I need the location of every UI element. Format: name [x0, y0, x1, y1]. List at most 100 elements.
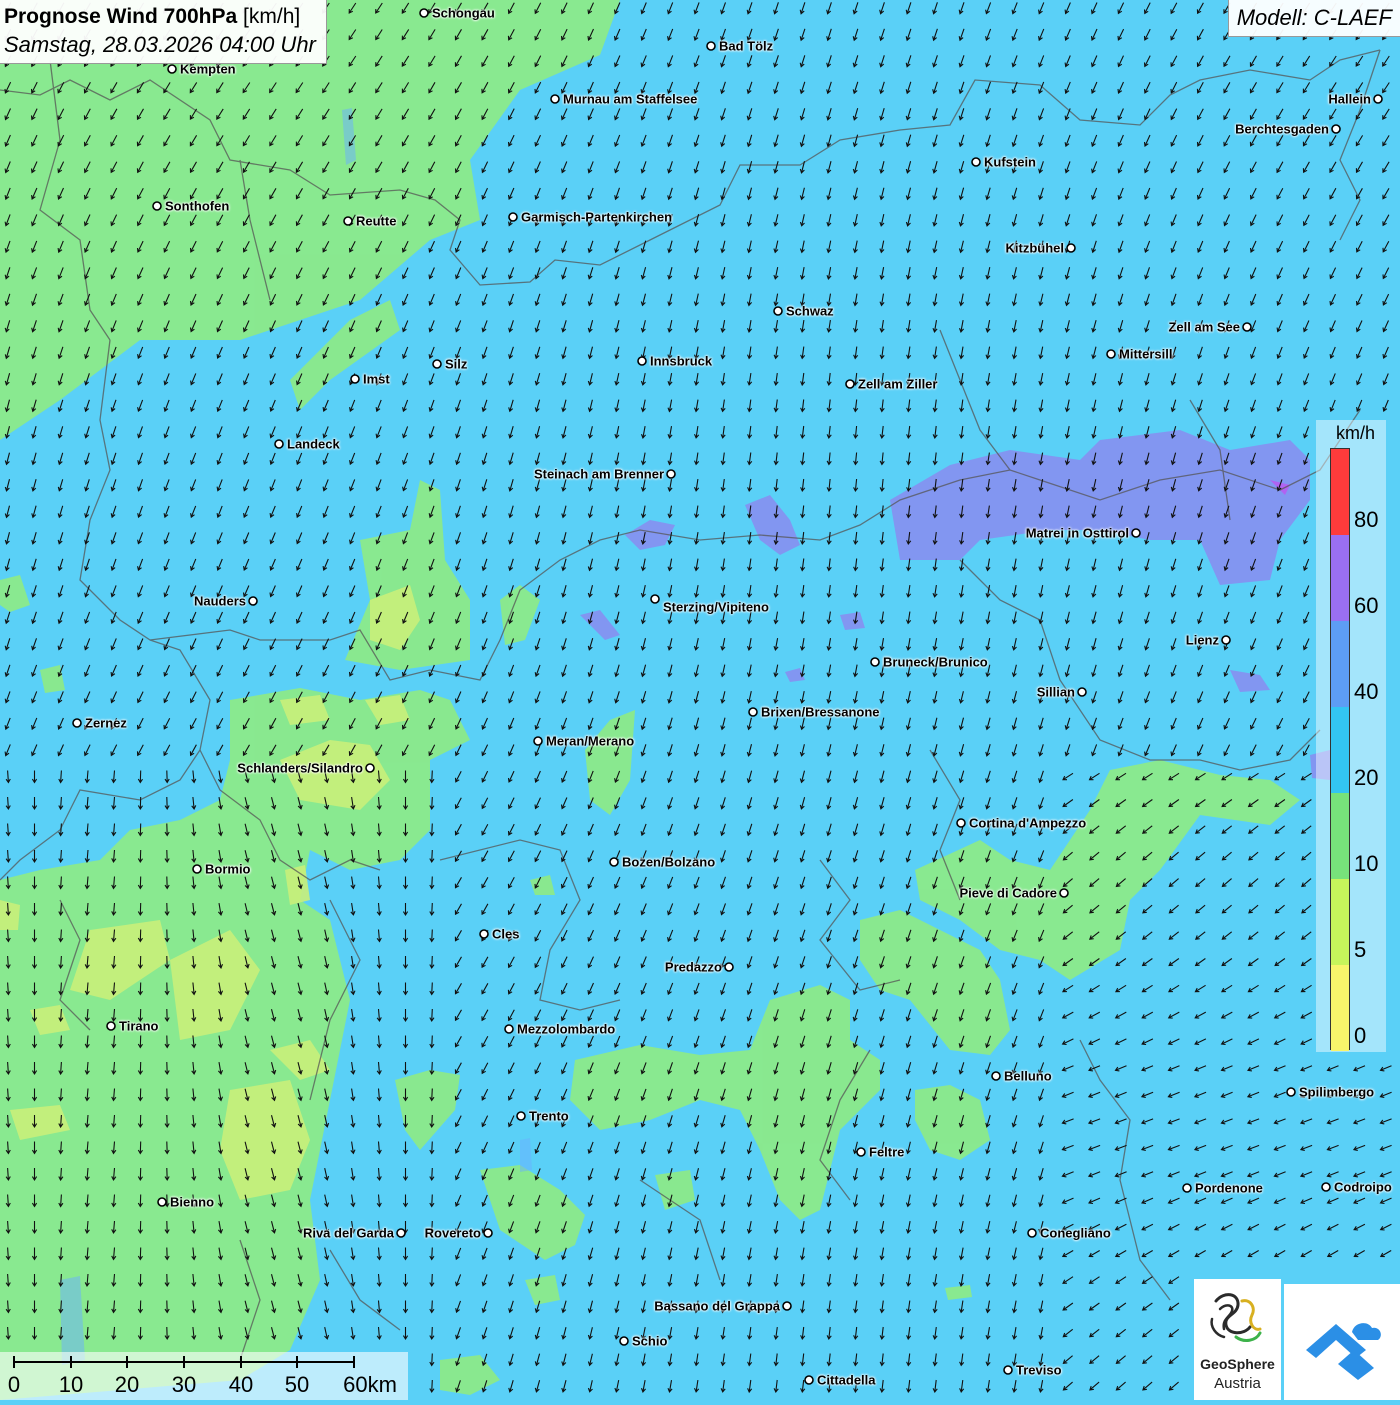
- map-title: Prognose Wind 700hPa [km/h]: [4, 3, 316, 31]
- city-dot-icon[interactable]: [650, 594, 660, 604]
- city-dot-icon[interactable]: [432, 359, 442, 369]
- city-dot-icon[interactable]: [748, 707, 758, 717]
- logo-text-austria: Austria: [1214, 1375, 1261, 1392]
- city-dot-icon[interactable]: [504, 1024, 514, 1034]
- city-dot-icon[interactable]: [1221, 635, 1231, 645]
- city-dot-icon[interactable]: [1066, 243, 1076, 253]
- city-label: Feltre: [869, 1144, 905, 1160]
- city-dot-icon[interactable]: [773, 306, 783, 316]
- city-dot-icon[interactable]: [192, 864, 202, 874]
- city-dot-icon[interactable]: [167, 64, 177, 74]
- city-dot-icon[interactable]: [72, 718, 82, 728]
- color-legend: km/h 80 60 40 20 10 5 0: [1316, 420, 1386, 1052]
- city-label: Garmisch-Partenkirchen: [521, 209, 673, 225]
- city-dot-icon[interactable]: [1027, 1228, 1037, 1238]
- geosphere-logo[interactable]: GeoSphere Austria: [1194, 1279, 1281, 1400]
- city-dot-icon[interactable]: [637, 356, 647, 366]
- city-dot-icon[interactable]: [1106, 349, 1116, 359]
- city-label: Kufstein: [984, 154, 1036, 170]
- scale-label-0: 0: [7, 1372, 21, 1397]
- city-dot-icon[interactable]: [870, 657, 880, 667]
- city-dot-icon[interactable]: [619, 1336, 629, 1346]
- model-label: Modell: C-LAEF: [1227, 0, 1400, 37]
- legend-segment: [1331, 879, 1349, 965]
- legend-segment: [1331, 707, 1349, 793]
- city-dot-icon[interactable]: [419, 8, 429, 18]
- city-label: Rovereto: [424, 1225, 481, 1241]
- city-dot-icon[interactable]: [248, 596, 258, 606]
- city-dot-icon[interactable]: [1059, 888, 1069, 898]
- city-label: Conegliano: [1040, 1225, 1111, 1241]
- city-label: Meran/Merano: [546, 733, 635, 749]
- legend-unit: km/h: [1336, 423, 1376, 443]
- city-dot-icon[interactable]: [1003, 1365, 1013, 1375]
- city-dot-icon[interactable]: [106, 1021, 116, 1031]
- city-label: Brixen/Bressanone: [761, 704, 880, 720]
- city-label: Treviso: [1016, 1362, 1062, 1378]
- title-variable: Prognose Wind 700hPa: [4, 5, 238, 28]
- city-dot-icon[interactable]: [152, 201, 162, 211]
- legend-color-bar: [1330, 448, 1350, 1051]
- city-dot-icon[interactable]: [350, 374, 360, 384]
- city-dot-icon[interactable]: [1331, 124, 1341, 134]
- city-dot-icon[interactable]: [274, 439, 284, 449]
- city-label: Mezzolombardo: [517, 1021, 616, 1037]
- city-label: Silz: [445, 356, 468, 372]
- city-dot-icon[interactable]: [365, 763, 375, 773]
- scale-label-60km: 60km: [343, 1372, 397, 1397]
- city-label: Trento: [529, 1108, 569, 1124]
- city-dot-icon[interactable]: [1131, 528, 1141, 538]
- city-dot-icon[interactable]: [724, 962, 734, 972]
- scale-bar: 0 10 20 30 40 50 60km: [0, 1352, 408, 1400]
- city-dot-icon[interactable]: [971, 157, 981, 167]
- city-label: Schwaz: [786, 303, 834, 319]
- cloud-arrow-logo[interactable]: [1284, 1284, 1400, 1400]
- city-label: Bruneck/Brunico: [883, 654, 988, 670]
- city-dot-icon[interactable]: [804, 1375, 814, 1385]
- city-dot-icon[interactable]: [516, 1111, 526, 1121]
- city-dot-icon[interactable]: [609, 857, 619, 867]
- legend-segment: [1331, 449, 1349, 535]
- scale-label-10: 10: [58, 1372, 84, 1397]
- city-dot-icon[interactable]: [479, 929, 489, 939]
- city-label: Sillian: [1036, 684, 1075, 700]
- city-dot-icon[interactable]: [533, 736, 543, 746]
- city-dot-icon[interactable]: [666, 469, 676, 479]
- legend-segment: [1331, 793, 1349, 879]
- city-label: Imst: [363, 371, 390, 387]
- city-dot-icon[interactable]: [1077, 687, 1087, 697]
- city-dot-icon[interactable]: [343, 216, 353, 226]
- city-dot-icon[interactable]: [1182, 1183, 1192, 1193]
- city-dot-icon[interactable]: [856, 1147, 866, 1157]
- city-label: Landeck: [287, 436, 340, 452]
- city-dot-icon[interactable]: [550, 94, 560, 104]
- city-label: Bad Tölz: [719, 38, 774, 54]
- title-box: Prognose Wind 700hPa [km/h] Samstag, 28.…: [0, 0, 327, 64]
- city-dot-icon[interactable]: [706, 41, 716, 51]
- scale-label-40: 40: [228, 1372, 254, 1397]
- legend-segment: [1331, 535, 1349, 621]
- city-dot-icon[interactable]: [1242, 322, 1252, 332]
- city-dot-icon[interactable]: [157, 1197, 167, 1207]
- city-dot-icon[interactable]: [845, 379, 855, 389]
- city-dot-icon[interactable]: [508, 212, 518, 222]
- city-label: Schio: [632, 1333, 668, 1349]
- city-dot-icon[interactable]: [956, 818, 966, 828]
- city-dot-icon[interactable]: [1286, 1087, 1296, 1097]
- city-label: Hallein: [1328, 91, 1371, 107]
- city-label: Berchtesgaden: [1235, 121, 1329, 137]
- city-dot-icon[interactable]: [1373, 94, 1383, 104]
- city-label: Kitzbühel: [1005, 240, 1065, 256]
- legend-label: 0: [1354, 1023, 1367, 1048]
- city-label: Pordenone: [1195, 1180, 1263, 1196]
- legend-label: 60: [1354, 593, 1379, 618]
- city-dot-icon[interactable]: [782, 1301, 792, 1311]
- city-label: Sonthofen: [165, 198, 230, 214]
- city-dot-icon[interactable]: [483, 1228, 493, 1238]
- legend-label: 40: [1354, 679, 1379, 704]
- city-dot-icon[interactable]: [396, 1228, 406, 1238]
- legend-segment: [1331, 965, 1349, 1051]
- city-dot-icon[interactable]: [1321, 1182, 1331, 1192]
- city-dot-icon[interactable]: [991, 1071, 1001, 1081]
- logo-text-geosphere: GeoSphere: [1200, 1356, 1275, 1372]
